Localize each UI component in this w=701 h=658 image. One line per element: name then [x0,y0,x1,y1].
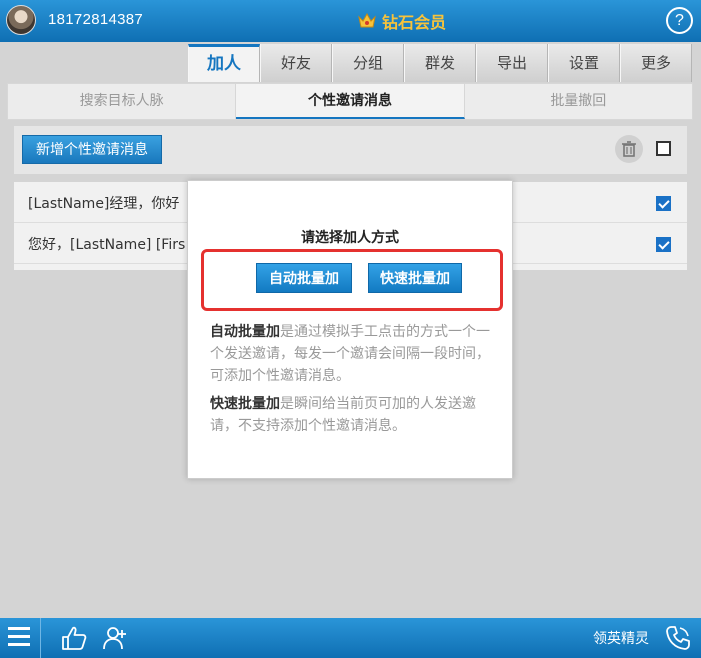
fast-batch-add-button[interactable]: 快速批量加 [368,263,462,293]
crown-icon [358,13,376,28]
subtab-batch-withdraw[interactable]: 批量撤回 [465,84,692,119]
add-method-dialog: 请选择加人方式 自动批量加 快速批量加 自动批量加是通过模拟手工点击的方式一个一… [187,180,513,479]
fast-add-description: 快速批量加是瞬间给当前页可加的人发送邀请，不支持添加个性邀请消息。 [210,393,490,437]
help-icon[interactable]: ? [666,7,693,34]
divider [40,618,41,658]
message-checkbox[interactable] [656,196,671,211]
account-phone: 18172814387 [48,11,144,28]
message-checkbox[interactable] [656,237,671,252]
subtab-search-contacts[interactable]: 搜索目标人脉 [8,84,237,119]
phone-icon[interactable] [665,625,691,651]
auto-add-description: 自动批量加是通过模拟手工点击的方式一个一个发送邀请，每发一个邀请会间隔一段时间，… [210,321,490,387]
desc-bold: 快速批量加 [210,396,280,412]
tab-friends[interactable]: 好友 [260,44,332,82]
trash-icon[interactable] [615,135,643,163]
sub-tabs: 搜索目标人脉 个性邀请消息 批量撤回 [7,83,693,120]
desc-bold: 自动批量加 [210,324,280,340]
tab-more[interactable]: 更多 [620,44,692,82]
tab-settings[interactable]: 设置 [548,44,620,82]
message-text: 您好，[LastName] [Firs [28,237,186,253]
menu-icon[interactable] [8,627,30,647]
add-invite-message-button[interactable]: 新增个性邀请消息 [22,135,162,164]
app-footer: 领英精灵 [0,618,701,658]
tab-export[interactable]: 导出 [476,44,548,82]
message-toolbar: 新增个性邀请消息 [14,126,687,174]
vip-label: 钻石会员 [382,13,447,32]
thumbs-up-icon[interactable] [60,625,88,651]
tab-groups[interactable]: 分组 [332,44,404,82]
app-header: 18172814387 钻石会员 ? [0,0,701,42]
dialog-title: 请选择加人方式 [301,230,399,246]
select-all-checkbox[interactable] [656,141,671,156]
vip-badge[interactable]: 钻石会员 [358,8,446,34]
avatar[interactable] [6,5,36,35]
add-contact-icon[interactable] [102,624,130,652]
tab-mass-send[interactable]: 群发 [404,44,476,82]
main-tabs: 加人 好友 分组 群发 导出 设置 更多 [188,44,701,82]
auto-batch-add-button[interactable]: 自动批量加 [256,263,352,293]
subtab-custom-invite[interactable]: 个性邀请消息 [236,84,465,119]
tab-add-people[interactable]: 加人 [188,44,260,82]
brand-label: 领英精灵 [593,631,649,647]
message-text: [LastName]经理，你好 [28,196,180,212]
